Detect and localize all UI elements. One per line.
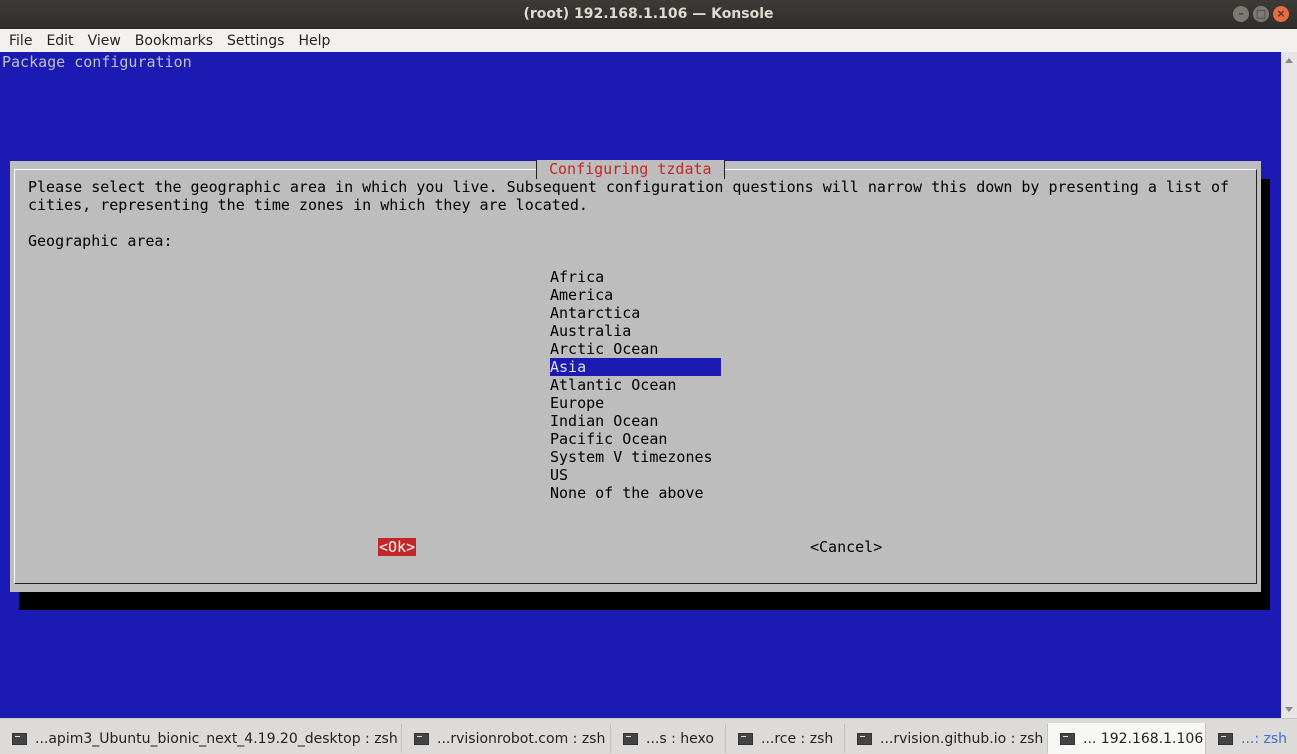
menu-help[interactable]: Help xyxy=(293,33,335,49)
terminal-scrollbar[interactable] xyxy=(1281,52,1297,718)
menu-edit[interactable]: Edit xyxy=(41,33,78,49)
list-item-america[interactable]: America xyxy=(550,286,721,304)
scroll-down-icon[interactable] xyxy=(1285,707,1293,712)
minimize-icon[interactable]: – xyxy=(1233,6,1249,22)
ok-button[interactable]: <Ok> xyxy=(378,538,417,556)
tab-label: ...: zsh xyxy=(1241,730,1288,747)
list-item-indian-ocean[interactable]: Indian Ocean xyxy=(550,412,721,430)
tab-label: ...rvisionrobot.com : zsh xyxy=(437,730,606,747)
list-item-antarctica[interactable]: Antarctica xyxy=(550,304,721,322)
tab-192-168-1-106-active[interactable]: ... 192.168.1.106 xyxy=(1048,723,1206,754)
maximize-icon[interactable]: □ xyxy=(1253,6,1269,22)
geographic-area-label: Geographic area: xyxy=(28,232,173,250)
window-titlebar: (root) 192.168.1.106 — Konsole – □ × xyxy=(0,0,1297,29)
tab-apim3-desktop[interactable]: ...apim3_Ubuntu_bionic_next_4.19.20_desk… xyxy=(0,724,402,753)
dialog-title: Configuring tzdata xyxy=(536,160,725,179)
tab-label: ...s : hexo xyxy=(646,730,714,747)
tab-zsh[interactable]: ...: zsh xyxy=(1206,724,1297,753)
list-item-europe[interactable]: Europe xyxy=(550,394,721,412)
tab-hexo[interactable]: ...s : hexo xyxy=(611,724,726,753)
tzdata-dialog: Configuring tzdata Please select the geo… xyxy=(10,160,1261,592)
menu-bookmarks[interactable]: Bookmarks xyxy=(130,33,218,49)
tab-rvision-github[interactable]: ...rvision.github.io : zsh xyxy=(845,724,1048,753)
menubar: File Edit View Bookmarks Settings Help xyxy=(0,29,1297,52)
terminal-area[interactable]: Package configuration Configuring tzdata… xyxy=(0,52,1281,718)
terminal-icon xyxy=(414,732,429,745)
list-item-asia-selected[interactable]: Asia xyxy=(550,358,721,376)
tab-label: ... 192.168.1.106 xyxy=(1083,730,1204,747)
list-item-pacific-ocean[interactable]: Pacific Ocean xyxy=(550,430,721,448)
list-item-atlantic-ocean[interactable]: Atlantic Ocean xyxy=(550,376,721,394)
list-item-africa[interactable]: Africa xyxy=(550,268,721,286)
tab-label: ...apim3_Ubuntu_bionic_next_4.19.20_desk… xyxy=(35,730,398,747)
terminal-icon xyxy=(1218,732,1233,745)
geographic-area-list: Africa America Antarctica Australia Arct… xyxy=(550,268,721,502)
menu-file[interactable]: File xyxy=(4,33,37,49)
close-icon[interactable]: × xyxy=(1273,6,1289,22)
tab-rvisionrobot[interactable]: ...rvisionrobot.com : zsh xyxy=(402,724,611,753)
list-item-us[interactable]: US xyxy=(550,466,721,484)
list-item-arctic-ocean[interactable]: Arctic Ocean xyxy=(550,340,721,358)
dialog-description-line2: cities, representing the time zones in w… xyxy=(28,196,588,214)
package-configuration-header: Package configuration xyxy=(2,53,192,71)
terminal-icon xyxy=(738,732,753,745)
tab-label: ...rvision.github.io : zsh xyxy=(880,730,1044,747)
terminal-icon xyxy=(857,732,872,745)
terminal-icon xyxy=(12,732,27,745)
list-item-australia[interactable]: Australia xyxy=(550,322,721,340)
menu-view[interactable]: View xyxy=(83,33,126,49)
tab-label: ...rce : zsh xyxy=(761,730,834,747)
list-item-system-v-timezones[interactable]: System V timezones xyxy=(550,448,721,466)
terminal-icon xyxy=(623,732,638,745)
scroll-up-icon[interactable] xyxy=(1285,58,1293,63)
tab-rce[interactable]: ...rce : zsh xyxy=(726,724,845,753)
window-title: (root) 192.168.1.106 — Konsole xyxy=(523,6,774,22)
menu-settings[interactable]: Settings xyxy=(222,33,289,49)
cancel-button[interactable]: <Cancel> xyxy=(810,538,882,556)
dialog-description-line1: Please select the geographic area in whi… xyxy=(28,178,1230,196)
terminal-icon xyxy=(1060,732,1075,745)
tab-bar: ...apim3_Ubuntu_bionic_next_4.19.20_desk… xyxy=(0,718,1297,754)
list-item-none-of-the-above[interactable]: None of the above xyxy=(550,484,721,502)
